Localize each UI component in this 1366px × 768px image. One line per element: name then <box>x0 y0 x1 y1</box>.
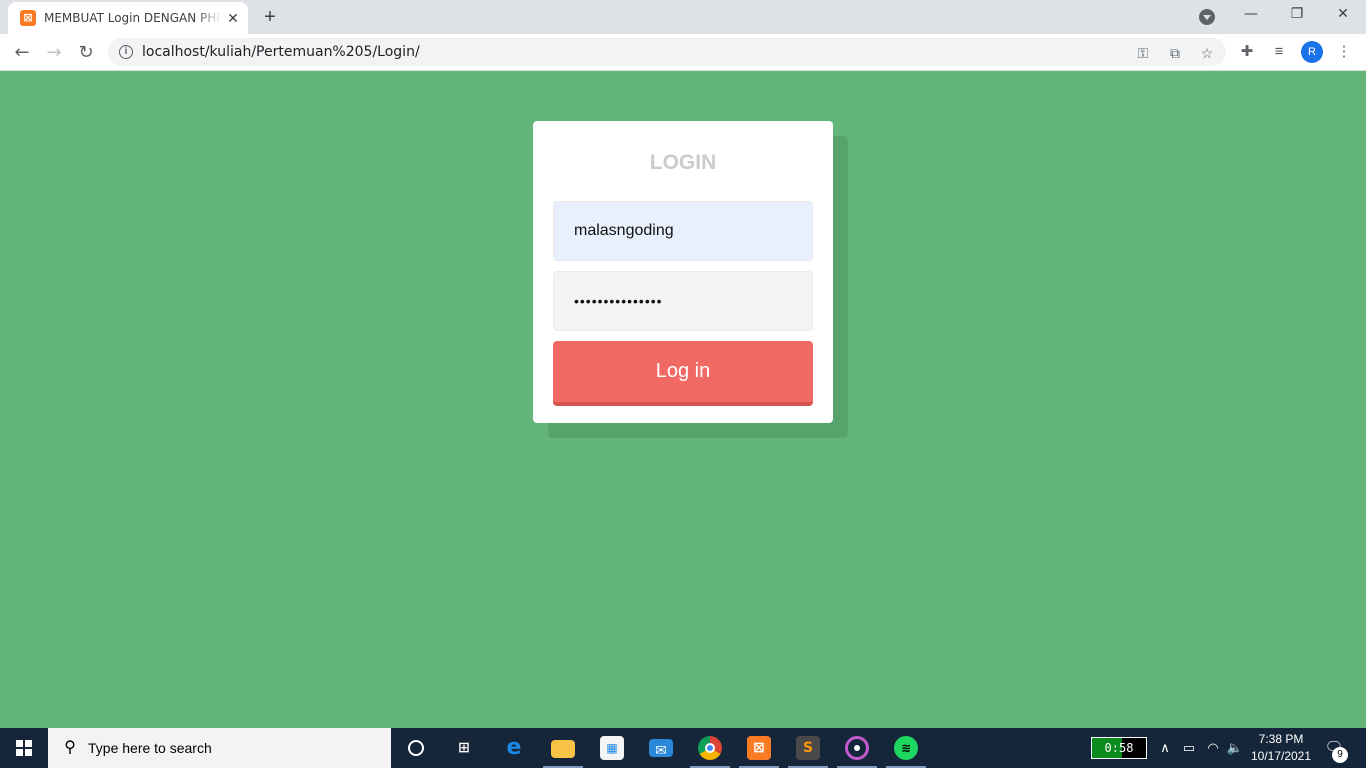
taskbar-xampp[interactable]: ⊠ <box>735 728 783 768</box>
browser-tab-bar: ⊠ MEMBUAT Login DENGAN PHP DAN MYSQLI ✕ … <box>0 0 1366 34</box>
windows-taskbar: ⚲ Type here to search ⊞ e ▦ ✉ ⊠ S ≋ 0:58… <box>0 728 1366 768</box>
task-view-icon: ⊞ <box>458 740 470 756</box>
edge-icon: e <box>506 735 522 760</box>
username-input[interactable]: malasngoding <box>553 201 813 261</box>
key-icon[interactable]: ⚿ <box>1134 44 1152 62</box>
browser-tab[interactable]: ⊠ MEMBUAT Login DENGAN PHP DAN MYSQLI ✕ <box>8 2 248 34</box>
xampp-favicon-icon: ⊠ <box>20 10 36 26</box>
forward-button[interactable]: → <box>40 39 68 67</box>
notification-count-badge: 9 <box>1332 747 1348 763</box>
taskbar-file-explorer[interactable] <box>539 728 587 768</box>
system-clock[interactable]: 7:38 PM 10/17/2021 <box>1246 731 1316 765</box>
task-view-button[interactable]: ⊞ <box>440 728 488 768</box>
clock-date: 10/17/2021 <box>1250 749 1312 763</box>
cortana-circle-icon <box>408 740 424 756</box>
extensions-icon[interactable]: ✚ <box>1237 42 1257 62</box>
clock-time: 7:38 PM <box>1258 732 1304 746</box>
volume-icon[interactable]: 🔈 <box>1225 738 1245 758</box>
back-button[interactable]: ← <box>8 39 36 67</box>
show-hidden-icons-chevron-icon[interactable]: ∧ <box>1155 738 1175 758</box>
minimize-button[interactable]: — <box>1228 0 1274 30</box>
profile-avatar[interactable]: R <box>1301 41 1323 63</box>
address-bar[interactable]: i localhost/kuliah/Pertemuan%205/Login/ … <box>108 38 1226 66</box>
site-info-icon[interactable]: i <box>119 45 133 59</box>
tab-title: MEMBUAT Login DENGAN PHP DAN MYSQLI <box>44 11 222 25</box>
url-text[interactable]: localhost/kuliah/Pertemuan%205/Login/ <box>142 44 420 60</box>
taskbar-edge[interactable]: e <box>490 728 538 768</box>
windows-logo-icon <box>16 740 32 756</box>
wifi-icon[interactable]: ◠ <box>1203 738 1223 758</box>
login-card: LOGIN malasngoding ••••••••••••••• Log i… <box>533 121 833 423</box>
taskbar-chrome[interactable] <box>686 728 734 768</box>
browser-toolbar: ← → ↻ i localhost/kuliah/Pertemuan%205/L… <box>0 34 1366 71</box>
bookmark-star-icon[interactable]: ☆ <box>1198 44 1216 62</box>
media-queue-icon[interactable]: ≡ <box>1269 42 1289 62</box>
battery-timer-widget[interactable]: 0:58 <box>1091 737 1147 759</box>
xampp-icon: ⊠ <box>747 736 771 760</box>
folder-icon <box>551 740 575 758</box>
taskbar-sublime[interactable]: S <box>784 728 832 768</box>
reload-button[interactable]: ↻ <box>72 39 100 67</box>
tab-search-icon[interactable] <box>1199 9 1215 25</box>
chrome-icon <box>698 736 722 760</box>
search-icon: ⚲ <box>64 739 76 756</box>
taskbar-spotify[interactable]: ≋ <box>882 728 930 768</box>
store-icon: ▦ <box>600 736 624 760</box>
search-placeholder: Type here to search <box>88 740 212 756</box>
battery-timer-text: 0:58 <box>1104 741 1134 755</box>
translate-icon[interactable]: ⧉ <box>1166 44 1184 62</box>
login-title: LOGIN <box>649 151 717 174</box>
cortana-button[interactable] <box>392 728 440 768</box>
music-disc-icon <box>845 736 869 760</box>
menu-kebab-icon[interactable]: ⋮ <box>1334 42 1354 62</box>
password-input[interactable]: ••••••••••••••• <box>553 271 813 331</box>
taskbar-search-box[interactable]: ⚲ Type here to search <box>48 728 391 768</box>
spotify-icon: ≋ <box>894 736 918 760</box>
login-button[interactable]: Log in <box>553 341 813 406</box>
restore-button[interactable]: ❐ <box>1274 0 1320 30</box>
taskbar-mail[interactable]: ✉ <box>637 728 685 768</box>
mail-icon: ✉ <box>649 739 673 759</box>
sublime-text-icon: S <box>796 736 820 760</box>
close-window-button[interactable]: ✕ <box>1320 0 1366 30</box>
start-button[interactable] <box>0 728 48 768</box>
new-tab-button[interactable]: + <box>258 5 282 29</box>
taskbar-groove-music[interactable] <box>833 728 881 768</box>
battery-icon[interactable]: ▭ <box>1179 738 1199 758</box>
taskbar-store[interactable]: ▦ <box>588 728 636 768</box>
tab-close-icon[interactable]: ✕ <box>224 9 242 27</box>
